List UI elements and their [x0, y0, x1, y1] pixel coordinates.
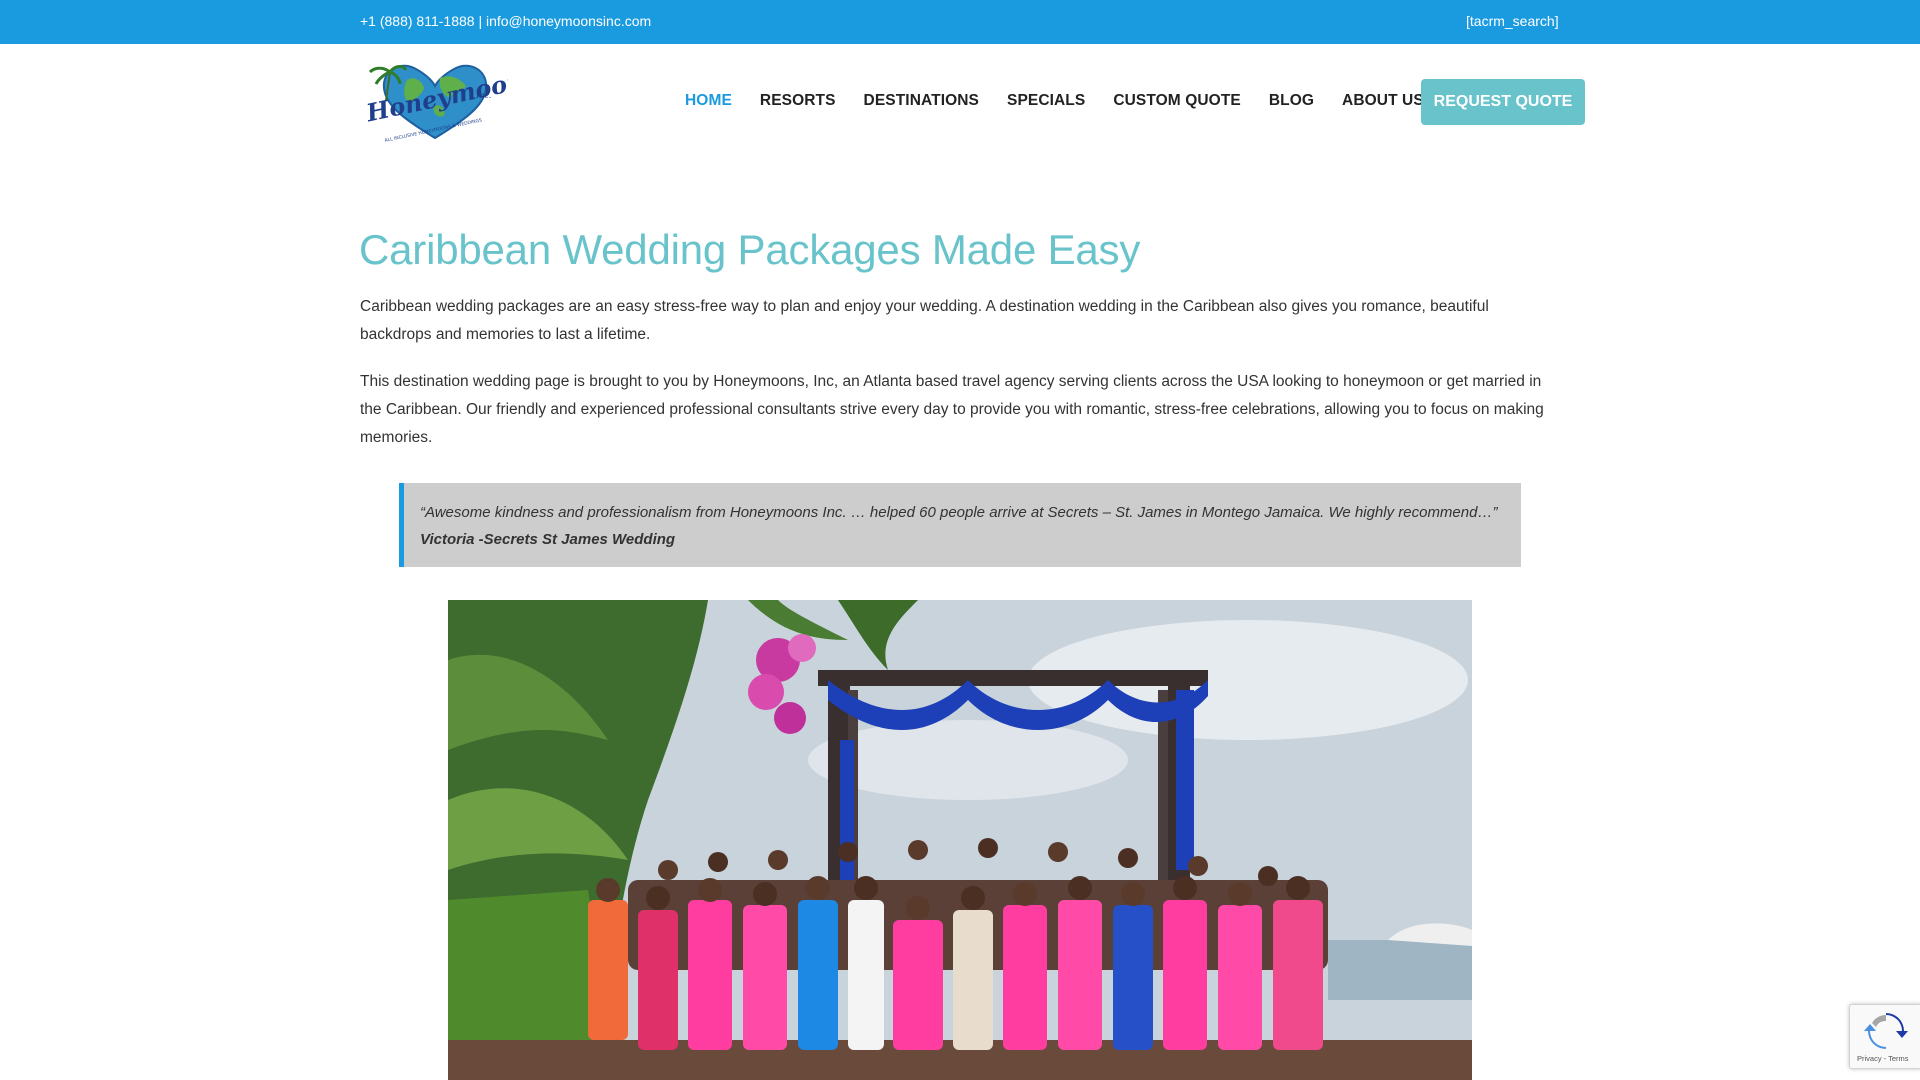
- nav-blog[interactable]: BLOG: [1269, 92, 1314, 110]
- nav-specials[interactable]: SPECIALS: [1007, 92, 1085, 110]
- top-contact-bar: +1 (888) 811-1888 | info@honeymoonsinc.c…: [0, 0, 1920, 44]
- nav-about-us[interactable]: ABOUT US: [1342, 92, 1424, 110]
- recaptcha-privacy-terms[interactable]: Privacy - Terms: [1857, 1054, 1909, 1063]
- wedding-photo-illustration: [448, 600, 1472, 1080]
- email-link[interactable]: info@honeymoonsinc.com: [486, 13, 651, 29]
- phone-number[interactable]: +1 (888) 811-1888: [360, 13, 475, 29]
- page-title: Caribbean Wedding Packages Made Easy: [359, 226, 1141, 273]
- nav-resorts[interactable]: RESORTS: [760, 92, 836, 110]
- search-shortcode-link[interactable]: [tacrm_search]: [1466, 13, 1559, 29]
- recaptcha-icon: [1864, 1013, 1908, 1049]
- recaptcha-badge[interactable]: Privacy - Terms: [1849, 1004, 1920, 1069]
- contact-separator: |: [474, 13, 486, 29]
- logo-suffix: Inc.: [475, 91, 491, 100]
- testimonial-author: Victoria -Secrets St James Wedding: [420, 531, 676, 548]
- nav-custom-quote[interactable]: CUSTOM QUOTE: [1113, 92, 1241, 110]
- intro-paragraph: Caribbean wedding packages are an easy s…: [360, 298, 1489, 343]
- contact-info: +1 (888) 811-1888 | info@honeymoonsinc.c…: [360, 13, 651, 29]
- nav-home[interactable]: HOME: [685, 92, 732, 110]
- agency-paragraph: This destination wedding page is brought…: [360, 373, 1544, 446]
- nav-destinations[interactable]: DESTINATIONS: [864, 92, 979, 110]
- site-logo[interactable]: Honeymoons, Inc. ALL INCLUSIVE HONEYMOON…: [362, 58, 548, 144]
- request-quote-button[interactable]: REQUEST QUOTE: [1421, 79, 1585, 125]
- wedding-group-photo: [448, 600, 1472, 1080]
- testimonial-quote: “Awesome kindness and professionalism fr…: [399, 483, 1521, 567]
- heart-globe-logo-icon: Honeymoons, Inc. ALL INCLUSIVE HONEYMOON…: [363, 61, 548, 144]
- testimonial-text: “Awesome kindness and professionalism fr…: [420, 504, 1498, 521]
- main-navigation: HOME RESORTS DESTINATIONS SPECIALS CUSTO…: [685, 92, 1452, 110]
